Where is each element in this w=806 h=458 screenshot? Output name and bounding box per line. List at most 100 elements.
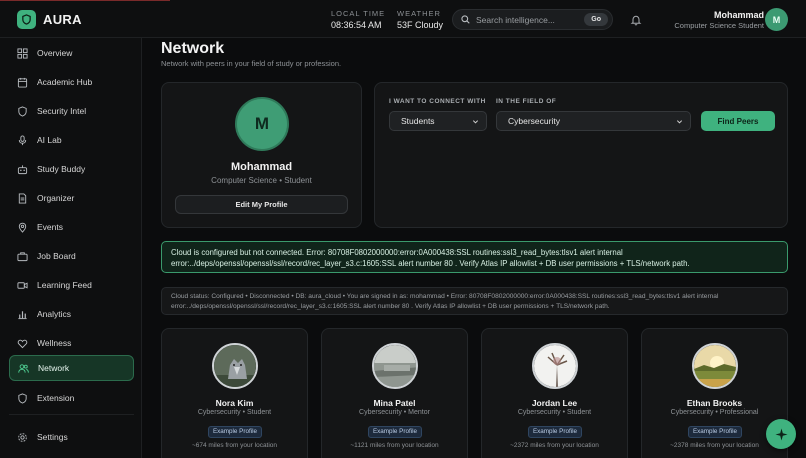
search-bar: Go	[452, 9, 613, 30]
app-name: AURA	[43, 12, 82, 27]
connect-with-select[interactable]: Students	[389, 111, 487, 131]
bar-chart-icon	[18, 310, 27, 319]
sidebar-item-label: Analytics	[37, 309, 72, 319]
sidebar-item-label: Extension	[37, 393, 75, 403]
brand[interactable]: AURA	[17, 10, 82, 29]
peer-role: Cybersecurity • Student	[197, 409, 272, 416]
avatar[interactable]: M	[765, 8, 788, 31]
ai-assistant-fab[interactable]	[766, 419, 796, 449]
sidebar-item-label: Wellness	[37, 338, 72, 348]
sidebar-item-overview[interactable]: Overview	[9, 40, 134, 66]
sidebar-item-study-buddy[interactable]: Study Buddy	[9, 156, 134, 182]
sidebar-item-label: Learning Feed	[37, 280, 92, 290]
sidebar-item-label: Overview	[37, 48, 73, 58]
document-icon	[18, 192, 27, 204]
weather-label: WEATHER	[397, 9, 441, 18]
sidebar-item-job-board[interactable]: Job Board	[9, 243, 134, 269]
cloud-error-alert: Cloud is configured but not connected. E…	[161, 241, 788, 273]
sidebar-item-label: Events	[37, 222, 63, 232]
weather: WEATHER 53F Cloudy	[397, 9, 443, 30]
peer-distance: ~1121 miles from your location	[350, 442, 439, 449]
peer-card[interactable]: Jordan Lee Cybersecurity • Student Examp…	[481, 328, 628, 458]
sidebar-item-learning-feed[interactable]: Learning Feed	[9, 272, 134, 298]
top-progress-line	[0, 0, 170, 1]
chevron-down-icon	[676, 119, 683, 123]
peer-name: Ethan Brooks	[686, 398, 743, 408]
bell-icon[interactable]	[630, 13, 642, 31]
sidebar-item-ai-lab[interactable]: AI Lab	[9, 127, 134, 153]
shield-icon	[18, 105, 27, 117]
field-of-label: IN THE FIELD OF	[496, 98, 557, 105]
gear-icon	[18, 432, 27, 442]
sidebar-item-wellness[interactable]: Wellness	[9, 330, 134, 356]
find-peers-button[interactable]: Find Peers	[701, 111, 775, 131]
peer-role: Cybersecurity • Student	[517, 409, 592, 416]
peer-photo	[372, 343, 418, 389]
sidebar-item-analytics[interactable]: Analytics	[9, 301, 134, 327]
search-go-button[interactable]: Go	[584, 13, 608, 26]
sidebar-item-label: Academic Hub	[37, 77, 93, 87]
profile-name: Mohammad	[230, 161, 293, 173]
users-icon	[18, 363, 29, 373]
field-of-value: Cybersecurity	[508, 116, 560, 126]
grid-icon	[17, 47, 28, 59]
sidebar-item-label: Network	[38, 363, 70, 373]
map-pin-icon	[18, 222, 27, 233]
video-icon	[17, 281, 28, 289]
heart-icon	[17, 339, 28, 348]
sparkle-icon	[774, 427, 788, 441]
user-info[interactable]: Mohammad Computer Science Student	[674, 10, 764, 30]
local-time: LOCAL TIME 08:36:54 AM	[331, 9, 385, 30]
user-name: Mohammad	[713, 10, 764, 20]
peer-photo	[532, 343, 578, 389]
peer-distance: ~2378 miles from your location	[670, 442, 759, 449]
sidebar-item-label: Security Intel	[37, 106, 87, 116]
cloud-status-text: Cloud status: Configured • Disconnected …	[161, 287, 788, 315]
chevron-down-icon	[472, 119, 479, 123]
sidebar-divider	[9, 414, 134, 415]
sidebar-item-network[interactable]: Network	[9, 355, 134, 381]
user-role: Computer Science Student	[674, 21, 764, 30]
sidebar-item-academic-hub[interactable]: Academic Hub	[9, 69, 134, 95]
example-profile-badge: Example Profile	[688, 426, 742, 438]
peer-card[interactable]: Nora Kim Cybersecurity • Student Example…	[161, 328, 308, 458]
profile-card: M Mohammad Computer Science • Student Ed…	[161, 82, 362, 228]
peer-distance: ~2372 miles from your location	[510, 442, 599, 449]
sidebar-item-organizer[interactable]: Organizer	[9, 185, 134, 211]
peer-card[interactable]: Mina Patel Cybersecurity • Mentor Exampl…	[321, 328, 468, 458]
robot-icon	[17, 164, 28, 174]
calendar-icon	[17, 77, 28, 88]
sidebar-item-label: Organizer	[37, 193, 75, 203]
peer-distance: ~674 miles from your location	[191, 442, 278, 449]
briefcase-icon	[17, 251, 28, 261]
shield-icon	[18, 392, 27, 404]
example-profile-badge: Example Profile	[368, 426, 422, 438]
sidebar-item-extension[interactable]: Extension	[9, 385, 134, 411]
profile-role: Computer Science • Student	[211, 176, 312, 185]
top-bar: AURA LOCAL TIME 08:36:54 AM WEATHER 53F …	[0, 0, 806, 38]
local-time-label: LOCAL TIME	[331, 9, 386, 18]
peer-name: Nora Kim	[215, 398, 254, 408]
search-icon	[461, 15, 470, 24]
peer-name: Jordan Lee	[531, 398, 578, 408]
profile-avatar: M	[235, 97, 289, 151]
peer-role: Cybersecurity • Mentor	[359, 409, 430, 416]
local-time-value: 08:36:54 AM	[331, 20, 382, 30]
peer-photo	[692, 343, 738, 389]
peer-name: Mina Patel	[373, 398, 416, 408]
connect-with-label: I WANT TO CONNECT WITH	[389, 98, 486, 105]
edit-profile-button[interactable]: Edit My Profile	[175, 195, 348, 214]
weather-value: 53F Cloudy	[397, 20, 444, 30]
sidebar-item-events[interactable]: Events	[9, 214, 134, 240]
page-title: Network	[161, 40, 225, 57]
sidebar-item-settings[interactable]: Settings	[9, 424, 134, 450]
field-of-select[interactable]: Cybersecurity	[496, 111, 691, 131]
connect-with-value: Students	[401, 116, 435, 126]
search-input[interactable]	[476, 14, 584, 25]
peer-photo	[212, 343, 258, 389]
sidebar-item-label: Study Buddy	[37, 164, 86, 174]
page-subtitle: Network with peers in your field of stud…	[161, 59, 342, 68]
sidebar-item-label: Job Board	[37, 251, 76, 261]
sidebar-item-security-intel[interactable]: Security Intel	[9, 98, 134, 124]
example-profile-badge: Example Profile	[208, 426, 262, 438]
